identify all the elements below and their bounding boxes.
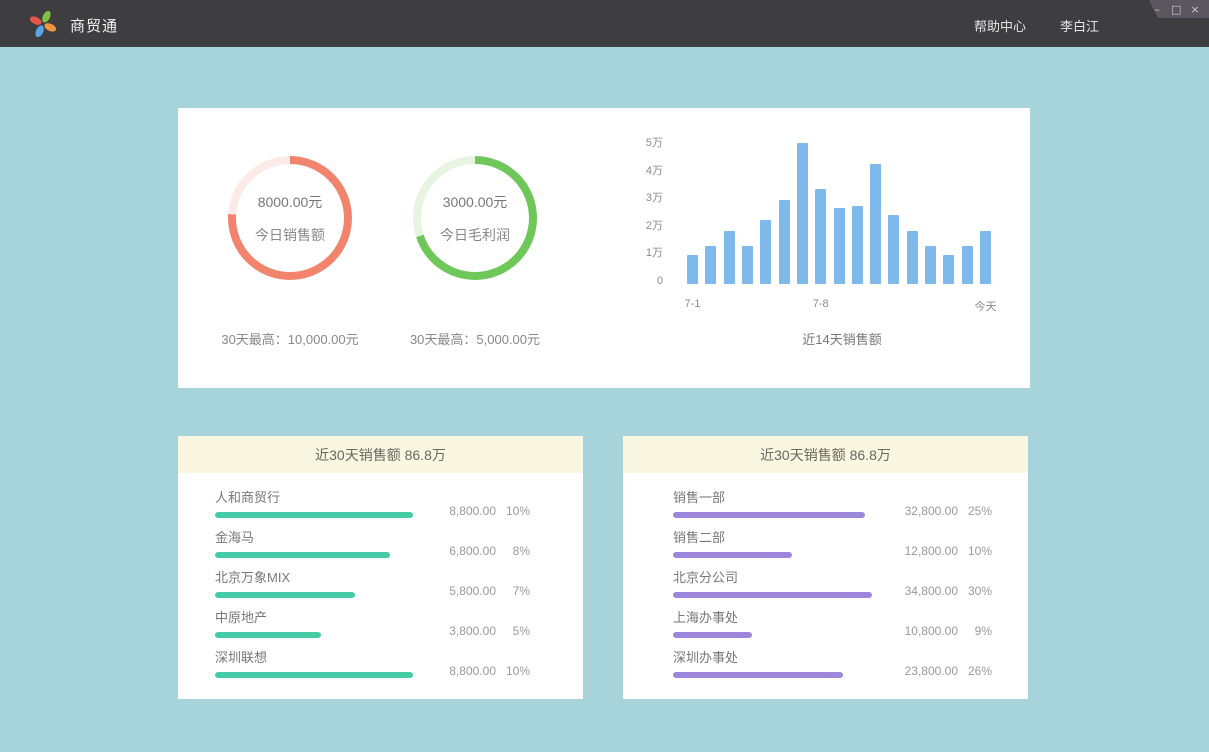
department-sales-bar [673, 552, 792, 558]
department-row: 上海办事处 10,800.009% [673, 610, 992, 638]
customer-sales-bar [215, 552, 390, 558]
customer-sales-card-title: 近30天销售额 86.8万 [178, 436, 583, 473]
app-title: 商贸通 [70, 15, 118, 36]
chart-bar [760, 220, 771, 284]
department-sales-amount: 32,800.00 [878, 504, 958, 518]
chart-bar [687, 255, 698, 284]
chart-bar [724, 231, 735, 284]
customer-row: 金海马 6,800.008% [215, 530, 530, 558]
chart-bar [742, 246, 753, 284]
customer-sales-percent: 5% [496, 624, 530, 638]
bar-chart-y-axis: 5万 4万 3万 2万 1万 0 [618, 137, 663, 288]
chart-bar [797, 143, 808, 284]
profit-30day-max: 30天最高：5,000.00元 [365, 329, 585, 348]
help-center-link[interactable]: 帮助中心 [974, 16, 1026, 35]
chart-bar [888, 215, 899, 284]
department-sales-amount: 10,800.00 [878, 624, 958, 638]
customer-sales-bar [215, 672, 413, 678]
customer-sales-bar [215, 512, 413, 518]
department-sales-card-title: 近30天销售额 86.8万 [623, 436, 1028, 473]
customer-row: 中原地产 3,800.005% [215, 610, 530, 638]
chart-bar [925, 246, 936, 284]
minimize-icon[interactable]: – [1152, 4, 1162, 15]
customer-sales-percent: 10% [496, 504, 530, 518]
today-sales-gauge: 8000.00元 今日销售额 [228, 156, 352, 280]
chart-bar [779, 200, 790, 284]
user-menu[interactable]: 李白江 [1060, 16, 1099, 35]
chart-bar [815, 189, 826, 284]
department-sales-percent: 26% [958, 664, 992, 678]
today-profit-gauge: 3000.00元 今日毛利润 [413, 156, 537, 280]
customer-sales-amount: 5,800.00 [416, 584, 496, 598]
y-tick-label: 4万 [646, 165, 663, 178]
x-tick-label: 今天 [975, 298, 997, 314]
department-sales-bar [673, 512, 865, 518]
app-logo-pinwheel-icon [26, 8, 60, 40]
chart-bar [705, 246, 716, 284]
department-sales-percent: 25% [958, 504, 992, 518]
customer-sales-amount: 3,800.00 [416, 624, 496, 638]
y-tick-label: 3万 [646, 192, 663, 205]
today-sales-label: 今日销售额 [255, 225, 325, 245]
department-sales-amount: 34,800.00 [878, 584, 958, 598]
today-profit-value: 3000.00元 [443, 192, 508, 212]
chart-bar [943, 255, 954, 284]
today-sales-value: 8000.00元 [258, 192, 323, 212]
customer-sales-bar [215, 632, 321, 638]
customer-sales-percent: 10% [496, 664, 530, 678]
customer-sales-amount: 8,800.00 [416, 504, 496, 518]
chart-bar [907, 231, 918, 284]
bar-chart-title: 近14天销售额 [687, 329, 997, 348]
today-profit-gauge-center: 3000.00元 今日毛利润 [421, 164, 529, 272]
department-sales-bar [673, 632, 752, 638]
chart-bar [852, 206, 863, 284]
y-tick-label: 5万 [646, 137, 663, 150]
customer-sales-amount: 6,800.00 [416, 544, 496, 558]
x-tick-label: 7-8 [813, 298, 829, 310]
window-controls: – □ × [1149, 0, 1209, 18]
customer-row: 北京万象MIX 5,800.007% [215, 570, 530, 598]
today-profit-label: 今日毛利润 [440, 225, 510, 245]
today-sales-gauge-center: 8000.00元 今日销售额 [236, 164, 344, 272]
customer-row: 人和商贸行 8,800.0010% [215, 490, 530, 518]
customer-sales-bar [215, 592, 355, 598]
chart-bar [870, 164, 881, 284]
department-sales-percent: 9% [958, 624, 992, 638]
customer-sales-percent: 7% [496, 584, 530, 598]
department-row: 深圳办事处 23,800.0026% [673, 650, 992, 678]
x-tick-label: 7-1 [685, 298, 701, 310]
chart-bar [962, 246, 973, 284]
department-row: 销售一部 32,800.0025% [673, 490, 992, 518]
maximize-icon[interactable]: □ [1171, 4, 1181, 15]
bar-chart-x-axis: 7-17-8今天 [687, 298, 991, 312]
department-sales-bar [673, 592, 872, 598]
department-sales-amount: 12,800.00 [878, 544, 958, 558]
customer-row: 深圳联想 8,800.0010% [215, 650, 530, 678]
customer-sales-amount: 8,800.00 [416, 664, 496, 678]
department-row: 销售二部 12,800.0010% [673, 530, 992, 558]
close-icon[interactable]: × [1190, 4, 1200, 15]
department-sales-card: 近30天销售额 86.8万 销售一部 32,800.0025% 销售二部 12,… [623, 436, 1028, 699]
summary-card: 8000.00元 今日销售额 30天最高：10,000.00元 3000.00元… [178, 108, 1030, 388]
department-row: 北京分公司 34,800.0030% [673, 570, 992, 598]
department-sales-percent: 30% [958, 584, 992, 598]
y-tick-label: 2万 [646, 220, 663, 233]
bar-chart-plot [687, 144, 991, 284]
department-sales-amount: 23,800.00 [878, 664, 958, 678]
y-tick-label: 1万 [646, 247, 663, 260]
customer-sales-percent: 8% [496, 544, 530, 558]
customer-sales-card: 近30天销售额 86.8万 人和商贸行 8,800.0010% 金海马 6,80… [178, 436, 583, 699]
titlebar: 商贸通 帮助中心 李白江 – □ × [0, 0, 1209, 47]
department-sales-bar [673, 672, 843, 678]
chart-bar [980, 231, 991, 284]
chart-bar [834, 208, 845, 284]
department-sales-percent: 10% [958, 544, 992, 558]
y-tick-label: 0 [657, 275, 663, 288]
